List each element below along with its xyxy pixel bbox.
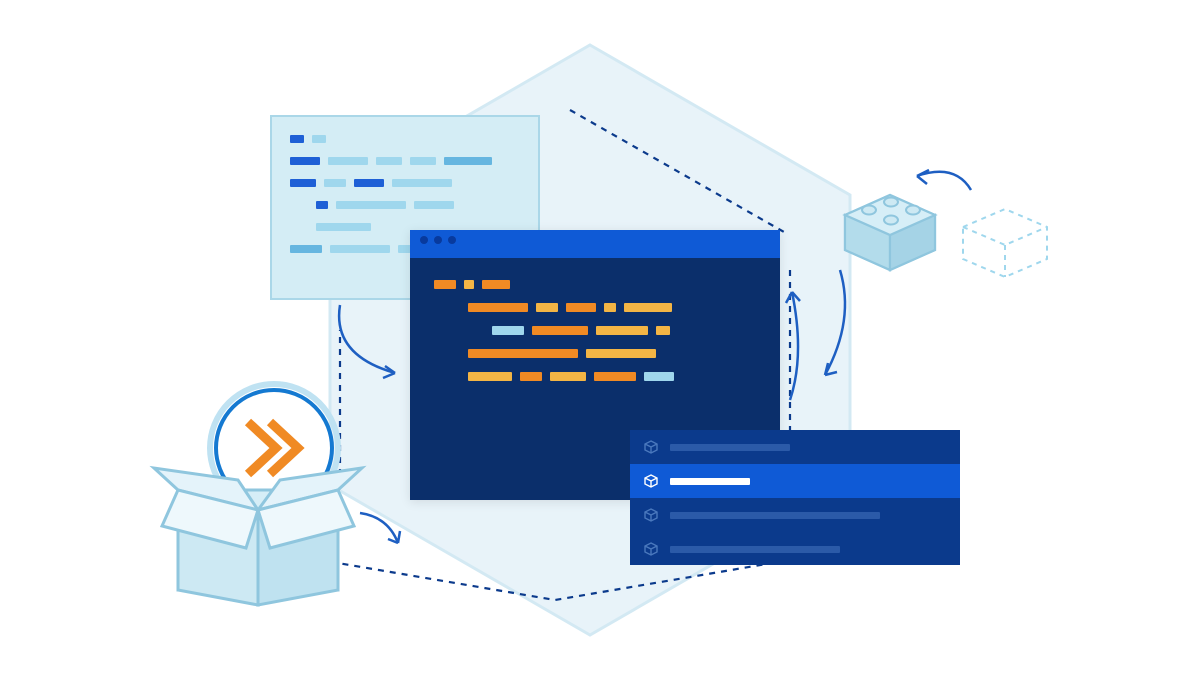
code-line — [434, 372, 756, 381]
code-token — [316, 223, 371, 231]
window-dot-icon — [420, 236, 428, 244]
code-token — [464, 280, 474, 289]
code-token — [414, 201, 454, 209]
code-token — [354, 179, 384, 187]
code-token — [434, 280, 456, 289]
window-dot-icon — [434, 236, 442, 244]
code-token — [644, 372, 674, 381]
block-solid — [835, 180, 945, 275]
list-item-label — [670, 478, 750, 485]
window-traffic-lights — [420, 236, 456, 244]
code-token — [586, 349, 656, 358]
code-token — [532, 326, 588, 335]
code-line — [434, 326, 756, 335]
list-item[interactable] — [630, 464, 960, 498]
cube-icon — [644, 508, 658, 522]
code-token — [656, 326, 670, 335]
code-token — [444, 157, 492, 165]
code-token — [410, 157, 436, 165]
code-token — [392, 179, 452, 187]
code-line — [290, 157, 520, 165]
code-token — [336, 201, 406, 209]
list-item-label — [670, 512, 880, 519]
cube-icon — [644, 440, 658, 454]
code-token — [376, 157, 402, 165]
code-token — [596, 326, 648, 335]
code-token — [468, 303, 528, 312]
package-box — [148, 380, 378, 610]
code-token — [468, 372, 512, 381]
code-token — [290, 245, 322, 253]
code-token — [290, 179, 316, 187]
code-token — [550, 372, 586, 381]
code-token — [290, 135, 304, 143]
list-item-label — [670, 444, 790, 451]
diagram-stage — [0, 0, 1201, 676]
code-line — [290, 135, 520, 143]
code-line — [290, 179, 520, 187]
code-token — [328, 157, 368, 165]
code-token — [594, 372, 636, 381]
code-token — [324, 179, 346, 187]
cube-icon — [644, 542, 658, 556]
cube-icon — [644, 474, 658, 488]
code-token — [330, 245, 390, 253]
list-item[interactable] — [630, 498, 960, 532]
code-token — [492, 326, 524, 335]
code-token — [624, 303, 672, 312]
code-token — [482, 280, 510, 289]
code-line — [434, 303, 756, 312]
code-line — [434, 280, 756, 289]
list-item[interactable] — [630, 532, 960, 566]
code-token — [536, 303, 558, 312]
code-token — [520, 372, 542, 381]
code-token — [312, 135, 326, 143]
list-panel — [630, 430, 960, 565]
block-wire — [955, 195, 1055, 285]
code-token — [290, 157, 320, 165]
code-line — [290, 201, 520, 209]
code-token — [316, 201, 328, 209]
list-item[interactable] — [630, 430, 960, 464]
code-token — [604, 303, 616, 312]
window-dot-icon — [448, 236, 456, 244]
list-item-label — [670, 546, 840, 553]
code-line — [434, 349, 756, 358]
code-token — [566, 303, 596, 312]
code-token — [468, 349, 578, 358]
